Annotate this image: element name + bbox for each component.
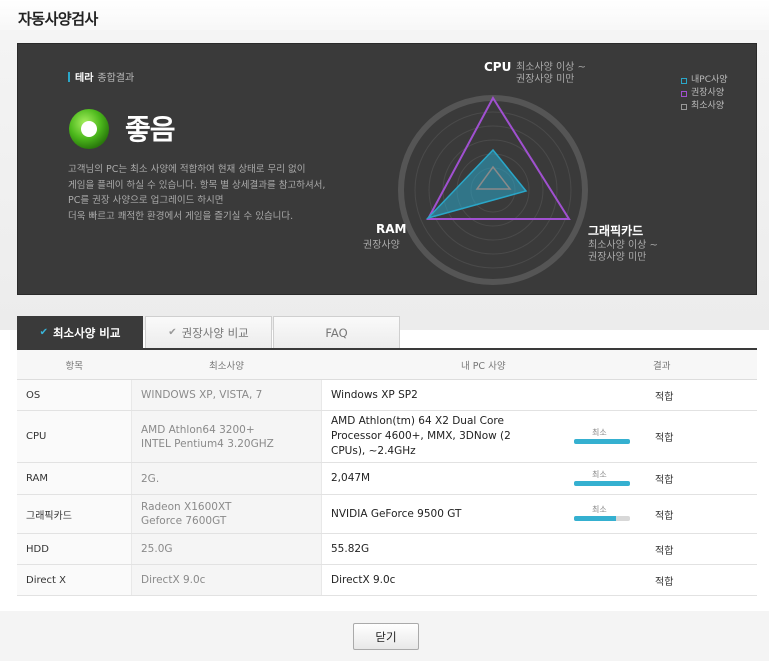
cell-result: 적합 — [645, 379, 757, 411]
cell-gauge: 최소 — [565, 462, 645, 495]
gauge-track — [574, 438, 630, 444]
table-row: CPU AMD Athlon64 3200+ INTEL Pentium4 3.20… — [17, 410, 757, 463]
header-result: 결과 — [645, 350, 757, 380]
cell-gauge: 최소 — [565, 494, 645, 534]
cell-my-pc-spec: 2,047M — [321, 462, 565, 495]
table-row: OS WINDOWS XP, VISTA, 7 Windows XP SP2 적합 — [17, 379, 757, 411]
tab-faq[interactable]: FAQ — [273, 316, 400, 348]
check-icon: ✔ — [39, 327, 48, 338]
legend-swatch-icon — [681, 103, 687, 110]
gauge-track — [574, 480, 630, 486]
radar-legend: 내PC사양 권장사양 최소사양 — [681, 74, 728, 113]
cell-result: 적합 — [645, 462, 757, 495]
spec-table: 항목 최소사양 내 PC 사양 결과 OS WINDOWS XP, VISTA, … — [17, 350, 757, 596]
cell-item: OS — [17, 379, 132, 411]
cell-gauge — [565, 379, 645, 411]
legend-swatch-icon — [681, 77, 687, 84]
gauge-label: 최소 — [592, 505, 607, 514]
axis-sub-ram: 권장사양 — [363, 240, 400, 251]
axis-label-gpu: 그래픽카드 — [588, 224, 644, 238]
tab-recommended-spec[interactable]: ✔ 권장사양 비교 — [145, 316, 272, 348]
cell-item: Direct X — [17, 564, 132, 596]
gauge-track — [574, 516, 630, 521]
table-row: Direct X DirectX 9.0c DirectX 9.0c 적합 — [17, 564, 757, 596]
header-my: 내 PC 사양 — [321, 350, 645, 380]
cell-item: CPU — [17, 410, 132, 463]
cell-gauge: 최소 — [565, 410, 645, 463]
header-min: 최소사양 — [131, 350, 322, 380]
table-row: RAM 2G. 2,047M 최소 적합 — [17, 462, 757, 495]
gauge-fill — [574, 480, 630, 486]
cell-my-pc-spec: 55.82G — [321, 533, 565, 565]
check-icon: ✔ — [168, 327, 177, 338]
legend-item: 최소사양 — [681, 100, 728, 113]
cell-my-pc-spec: DirectX 9.0c — [321, 564, 565, 596]
legend-item: 권장사양 — [681, 87, 728, 100]
spec-gauge: 최소 — [574, 505, 630, 522]
cell-item: 그래픽카드 — [17, 494, 132, 534]
cell-result: 적합 — [645, 410, 757, 463]
header-item: 항목 — [17, 350, 132, 380]
spec-gauge: 최소 — [574, 469, 630, 487]
cell-result: 적합 — [645, 564, 757, 596]
legend-swatch-icon — [681, 90, 687, 97]
axis-sub-cpu: 최소사양 이상 ~ 권장사양 미만 — [516, 62, 586, 85]
gauge-label: 최소 — [592, 469, 607, 479]
cell-minimum-spec: Radeon X1600XT Geforce 7600GT — [131, 494, 322, 534]
cell-item: RAM — [17, 462, 132, 495]
cell-minimum-spec: AMD Athlon64 3200+ INTEL Pentium4 3.20GHZ — [131, 410, 322, 463]
spec-gauge: 최소 — [574, 427, 630, 445]
axis-label-ram: RAM — [376, 222, 407, 236]
cell-gauge — [565, 564, 645, 596]
axis-sub-gpu: 최소사양 이상 ~ 권장사양 미만 — [588, 240, 658, 263]
cell-result: 적합 — [645, 533, 757, 565]
gauge-fill — [574, 438, 630, 444]
cell-my-pc-spec: Windows XP SP2 — [321, 379, 565, 411]
cell-minimum-spec: 2G. — [131, 462, 322, 495]
cell-minimum-spec: DirectX 9.0c — [131, 564, 322, 596]
cell-gauge — [565, 533, 645, 565]
table-header-row: 항목 최소사양 내 PC 사양 결과 — [17, 350, 757, 380]
cell-minimum-spec: 25.0G — [131, 533, 322, 565]
axis-label-cpu: CPU — [484, 60, 512, 74]
my-pc-polygon — [425, 148, 528, 220]
gauge-fill — [574, 516, 616, 521]
table-row: HDD 25.0G 55.82G 적합 — [17, 533, 757, 565]
legend-item: 내PC사양 — [681, 74, 728, 87]
page-title: 자동사양검사 — [18, 10, 98, 28]
cell-my-pc-spec: NVIDIA GeForce 9500 GT — [321, 494, 565, 534]
cell-minimum-spec: WINDOWS XP, VISTA, 7 — [131, 379, 322, 411]
summary-panel: 테라 종합결과 좋음 고객님의 PC는 최소 사양에 적합하여 현재 상태로 무리… — [17, 43, 757, 295]
cell-item: HDD — [17, 533, 132, 565]
cell-result: 적합 — [645, 494, 757, 534]
cell-my-pc-spec: AMD Athlon(tm) 64 X2 Dual Core Processor … — [321, 410, 565, 463]
comparison-tabs: ✔ 최소사양 비교 ✔ 권장사양 비교 FAQ — [17, 316, 757, 349]
gauge-label: 최소 — [592, 427, 607, 437]
tab-minimum-spec[interactable]: ✔ 최소사양 비교 — [17, 316, 143, 349]
close-button[interactable]: 닫기 — [353, 623, 419, 650]
table-row: 그래픽카드 Radeon X1600XT Geforce 7600GT NVIDIA … — [17, 494, 757, 534]
